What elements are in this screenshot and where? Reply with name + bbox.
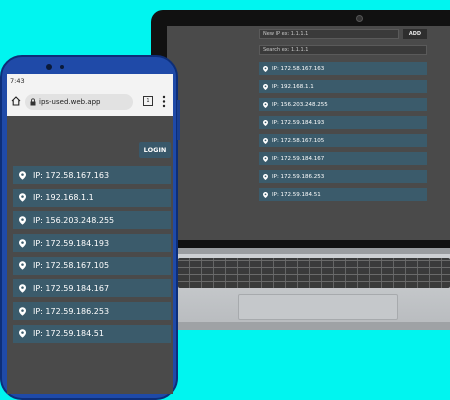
phone-screen: 7:43 ips-used.web.app 1 LOGIN IP: 172.58… <box>7 74 173 394</box>
location-pin-icon <box>263 155 268 162</box>
list-item[interactable]: IP: 192.168.1.1 <box>13 188 171 207</box>
location-pin-icon <box>263 173 268 180</box>
browser-toolbar: ips-used.web.app 1 <box>7 88 173 116</box>
ip-label: IP: 172.58.167.105 <box>272 137 325 144</box>
location-pin-icon <box>19 216 26 225</box>
ip-label: IP: 172.58.167.105 <box>33 261 110 271</box>
phone: 7:43 ips-used.web.app 1 LOGIN IP: 172.58… <box>0 55 178 400</box>
add-button[interactable]: ADD <box>403 29 427 39</box>
ip-label: IP: 172.59.184.51 <box>33 329 104 339</box>
ip-label: IP: 172.59.184.51 <box>272 191 321 198</box>
laptop-lid: New IP ex: 1.1.1.1 ADD Search ex: 1.1.1.… <box>151 10 450 250</box>
location-pin-icon <box>19 238 26 248</box>
ip-label: IP: 192.168.1.1 <box>33 193 94 203</box>
location-pin-icon <box>263 191 268 198</box>
list-item[interactable]: IP: 172.58.167.163 <box>259 62 427 75</box>
ip-label: IP: 172.58.167.163 <box>272 65 325 72</box>
search-input[interactable]: Search ex: 1.1.1.1 <box>259 45 427 55</box>
ip-label: IP: 156.203.248.255 <box>33 215 115 225</box>
list-item[interactable]: IP: 172.59.184.51 <box>13 324 171 343</box>
ip-label: IP: 172.59.184.167 <box>272 155 325 162</box>
ip-label: IP: 172.59.184.193 <box>272 119 325 126</box>
sensor-icon <box>60 65 64 69</box>
list-item[interactable]: IP: 172.58.167.105 <box>13 256 171 275</box>
location-pin-icon <box>19 170 26 180</box>
list-item[interactable]: IP: 172.59.186.253 <box>259 170 427 183</box>
ip-list: IP: 172.58.167.163 IP: 192.168.1.1 IP: 1… <box>259 62 427 206</box>
ip-list: IP: 172.58.167.163 IP: 192.168.1.1 IP: 1… <box>13 166 171 348</box>
location-pin-icon <box>19 284 26 293</box>
location-pin-icon <box>263 101 268 108</box>
new-ip-input[interactable]: New IP ex: 1.1.1.1 <box>259 29 399 39</box>
location-pin-icon <box>19 193 26 202</box>
location-pin-icon <box>263 65 268 72</box>
trackpad <box>238 294 398 320</box>
list-item[interactable]: IP: 156.203.248.255 <box>259 98 427 111</box>
list-item[interactable]: IP: 156.203.248.255 <box>13 211 171 230</box>
status-time: 7:43 <box>10 77 25 85</box>
ip-label: IP: 192.168.1.1 <box>272 83 314 90</box>
ip-label: IP: 156.203.248.255 <box>272 101 328 108</box>
front-camera-icon <box>46 64 52 70</box>
login-button[interactable]: LOGIN <box>139 142 171 158</box>
menu-dots-icon[interactable] <box>162 95 166 108</box>
list-item[interactable]: IP: 172.59.184.51 <box>259 188 427 201</box>
location-pin-icon <box>263 119 268 126</box>
list-item[interactable]: IP: 172.59.186.253 <box>13 302 171 321</box>
location-pin-icon <box>263 83 268 90</box>
location-pin-icon <box>263 137 268 144</box>
phone-side-button <box>177 100 180 140</box>
ip-label: IP: 172.58.167.163 <box>33 170 110 180</box>
tabs-icon[interactable]: 1 <box>143 96 153 106</box>
camera-icon <box>356 15 363 22</box>
location-pin-icon <box>19 261 26 270</box>
status-bar: 7:43 <box>7 74 173 88</box>
ip-label: IP: 172.59.184.167 <box>33 283 110 293</box>
lock-icon <box>30 98 36 106</box>
laptop-screen: New IP ex: 1.1.1.1 ADD Search ex: 1.1.1.… <box>167 26 450 240</box>
list-item[interactable]: IP: 172.59.184.167 <box>13 279 171 298</box>
laptop-hinge <box>158 248 450 254</box>
location-pin-icon <box>19 329 26 339</box>
keyboard-rows <box>178 258 450 288</box>
list-item[interactable]: IP: 172.58.167.105 <box>259 134 427 147</box>
address-bar[interactable]: ips-used.web.app <box>25 94 133 110</box>
list-item[interactable]: IP: 172.59.184.193 <box>13 234 171 253</box>
laptop-front-edge <box>175 322 450 330</box>
ip-label: IP: 172.59.186.253 <box>33 306 110 316</box>
list-item[interactable]: IP: 172.59.184.193 <box>259 116 427 129</box>
ip-label: IP: 172.59.186.253 <box>272 173 325 180</box>
location-pin-icon <box>19 306 26 316</box>
list-item[interactable]: IP: 172.58.167.163 <box>13 166 171 184</box>
home-icon[interactable] <box>11 96 21 106</box>
list-item[interactable]: IP: 172.59.184.167 <box>259 152 427 165</box>
ip-label: IP: 172.59.184.193 <box>33 238 110 248</box>
url-text: ips-used.web.app <box>39 98 101 106</box>
list-item[interactable]: IP: 192.168.1.1 <box>259 80 427 93</box>
